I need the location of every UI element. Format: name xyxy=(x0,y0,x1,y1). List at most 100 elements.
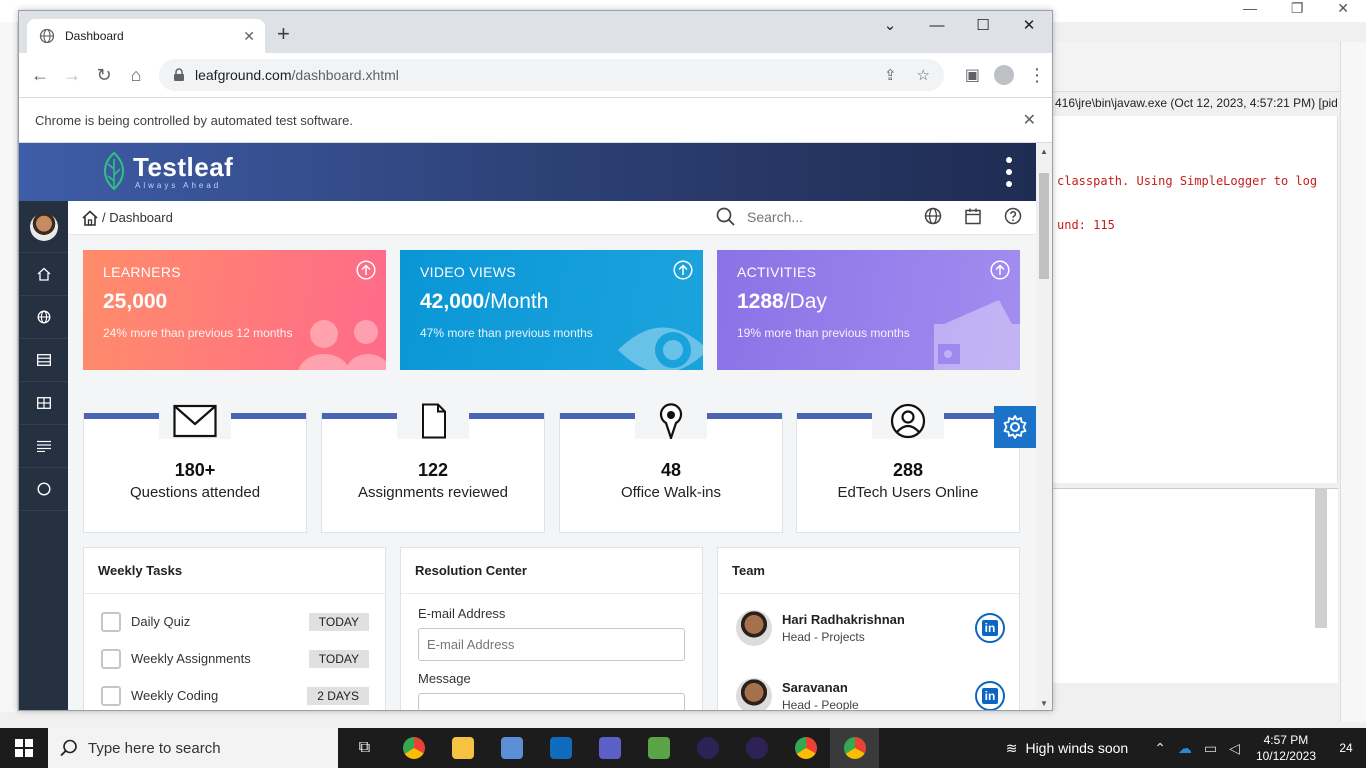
clock-time: 4:57 PM xyxy=(1263,733,1309,747)
table-icon xyxy=(36,354,51,366)
arrow-up-circle-icon[interactable] xyxy=(673,260,693,280)
stat-label: LEARNERS xyxy=(103,264,181,280)
close-tab-icon[interactable]: ✕ xyxy=(243,28,255,45)
tab-dashboard[interactable]: Dashboard ✕ xyxy=(27,19,265,53)
url-path: /dashboard.xhtml xyxy=(291,67,399,83)
ide-scrollbar[interactable] xyxy=(1315,488,1327,628)
eclipse-icon[interactable] xyxy=(683,728,732,768)
chevron-up-icon[interactable]: ⌃ xyxy=(1154,740,1166,757)
stat-value: 25,000 xyxy=(103,290,168,313)
bookmark-star-icon[interactable]: ☆ xyxy=(917,66,930,84)
wallet-icon xyxy=(934,300,1020,370)
settings-button[interactable] xyxy=(994,406,1036,448)
avatar xyxy=(736,610,772,646)
teams-icon[interactable] xyxy=(585,728,634,768)
help-icon[interactable] xyxy=(1004,207,1022,225)
forward-button[interactable]: → xyxy=(56,59,88,91)
app-icon[interactable] xyxy=(487,728,536,768)
linkedin-icon[interactable]: in xyxy=(975,613,1005,643)
search-input[interactable] xyxy=(747,208,897,225)
testleaf-logo[interactable]: Testleaf Always Ahead xyxy=(99,151,233,191)
breadcrumb-bar: / Dashboard xyxy=(68,201,1036,235)
tab-search-chevron-icon[interactable]: ⌄ xyxy=(867,11,913,41)
avatar xyxy=(736,678,772,710)
reload-button[interactable]: ↻ xyxy=(88,59,120,91)
task-view-icon[interactable]: ⧉ xyxy=(340,728,389,768)
member-role: Head - Projects xyxy=(782,630,865,644)
ide-toolbar[interactable] xyxy=(1053,42,1366,92)
sidebar-item-misc[interactable] xyxy=(19,468,68,511)
infobar-close-icon[interactable]: ✕ xyxy=(1023,110,1036,130)
task-checkbox[interactable] xyxy=(101,611,121,632)
sidebar-item-table[interactable] xyxy=(19,339,68,382)
system-tray: ≋ High winds soon ⌃ ☁ ▭ ◁ 4:57 PM 10/12/2… xyxy=(1006,728,1366,768)
profile-avatar-icon[interactable] xyxy=(994,65,1014,85)
home-icon[interactable] xyxy=(82,209,98,226)
globe-icon xyxy=(37,310,50,324)
arrow-up-circle-icon[interactable] xyxy=(990,260,1010,280)
scrollbar-thumb[interactable] xyxy=(1039,173,1049,279)
clock[interactable]: 4:57 PM 10/12/2023 xyxy=(1256,732,1316,764)
browser-menu-icon[interactable]: ⋮ xyxy=(1028,65,1046,86)
task-checkbox[interactable] xyxy=(101,685,121,706)
resolution-center-panel: Resolution Center E-mail Address Message xyxy=(400,547,703,710)
spreadsheet-icon[interactable] xyxy=(634,728,683,768)
task-name: Daily Quiz xyxy=(131,614,191,629)
file-explorer-icon[interactable] xyxy=(438,728,487,768)
sidebar-item-layout[interactable] xyxy=(19,382,68,425)
home-button[interactable]: ⌂ xyxy=(120,59,152,91)
share-icon[interactable]: ⇪ xyxy=(884,66,897,84)
user-avatar[interactable] xyxy=(19,201,68,253)
chrome-window: Dashboard ✕ + ⌄ — ☐ ✕ ← → ↻ ⌂ leafground… xyxy=(18,10,1053,711)
ide-console-header: 416\jre\bin\javaw.exe (Oct 12, 2023, 4:5… xyxy=(1055,96,1338,110)
globe-icon[interactable] xyxy=(924,207,942,225)
chrome-icon[interactable] xyxy=(389,728,438,768)
sidebar-item-text[interactable] xyxy=(19,425,68,468)
scroll-down-icon[interactable]: ▼ xyxy=(1040,699,1048,708)
close-window-button[interactable]: ✕ xyxy=(1006,11,1052,41)
panel-title: Weekly Tasks xyxy=(84,548,385,594)
calendar-icon[interactable] xyxy=(964,207,982,225)
ide-right-toolbar[interactable] xyxy=(1340,42,1366,722)
maximize-button[interactable]: ☐ xyxy=(960,11,1006,41)
sidebar-item-browser[interactable] xyxy=(19,296,68,339)
new-tab-button[interactable]: + xyxy=(277,23,290,45)
message-field[interactable] xyxy=(418,693,685,710)
scroll-up-icon[interactable]: ▲ xyxy=(1040,147,1048,156)
task-checkbox[interactable] xyxy=(101,648,121,669)
minimize-button[interactable]: — xyxy=(914,11,960,41)
sidebar-item-home[interactable] xyxy=(19,253,68,296)
start-button[interactable] xyxy=(0,728,48,768)
side-panel-icon[interactable]: ▣ xyxy=(965,65,980,85)
eclipse-icon[interactable] xyxy=(732,728,781,768)
volume-icon[interactable]: ◁ xyxy=(1229,740,1240,757)
address-bar[interactable]: leafground.com/dashboard.xhtml ⇪ ☆ xyxy=(159,59,944,91)
email-label: E-mail Address xyxy=(418,606,506,621)
search-box[interactable] xyxy=(716,207,897,226)
brand-name: Testleaf xyxy=(133,151,234,182)
url-text[interactable]: leafground.com/dashboard.xhtml xyxy=(195,67,884,83)
weather-widget[interactable]: ≋ High winds soon xyxy=(1006,740,1128,757)
search-icon xyxy=(716,207,735,226)
chrome-icon[interactable] xyxy=(781,728,830,768)
brand-tagline: Always Ahead xyxy=(135,180,222,190)
page-scrollbar[interactable]: ▲ ▼ xyxy=(1036,143,1052,710)
chrome-icon[interactable] xyxy=(830,728,879,768)
onedrive-icon[interactable]: ☁ xyxy=(1178,740,1192,757)
outlook-icon[interactable] xyxy=(536,728,585,768)
email-field[interactable] xyxy=(418,628,685,661)
arrow-up-circle-icon[interactable] xyxy=(356,260,376,280)
header-menu-icon[interactable] xyxy=(1006,157,1014,187)
home-icon xyxy=(37,267,50,281)
metric-value: 288 xyxy=(892,460,924,480)
weather-text: High winds soon xyxy=(1025,740,1129,756)
ide-window-controls[interactable]: — ❐ ✕ xyxy=(1226,0,1366,22)
taskbar-search[interactable]: Type here to search xyxy=(48,728,338,768)
metric-card-assignments: 122 Assignments reviewed xyxy=(321,403,545,533)
linkedin-icon[interactable]: in xyxy=(975,681,1005,710)
circle-icon xyxy=(36,482,51,496)
notification-center-button[interactable]: 24 xyxy=(1326,741,1366,755)
network-icon[interactable]: ▭ xyxy=(1204,740,1217,757)
back-button[interactable]: ← xyxy=(24,59,56,91)
stat-card-video-views: VIDEO VIEWS 42,000/Month 47% more than p… xyxy=(400,250,703,370)
